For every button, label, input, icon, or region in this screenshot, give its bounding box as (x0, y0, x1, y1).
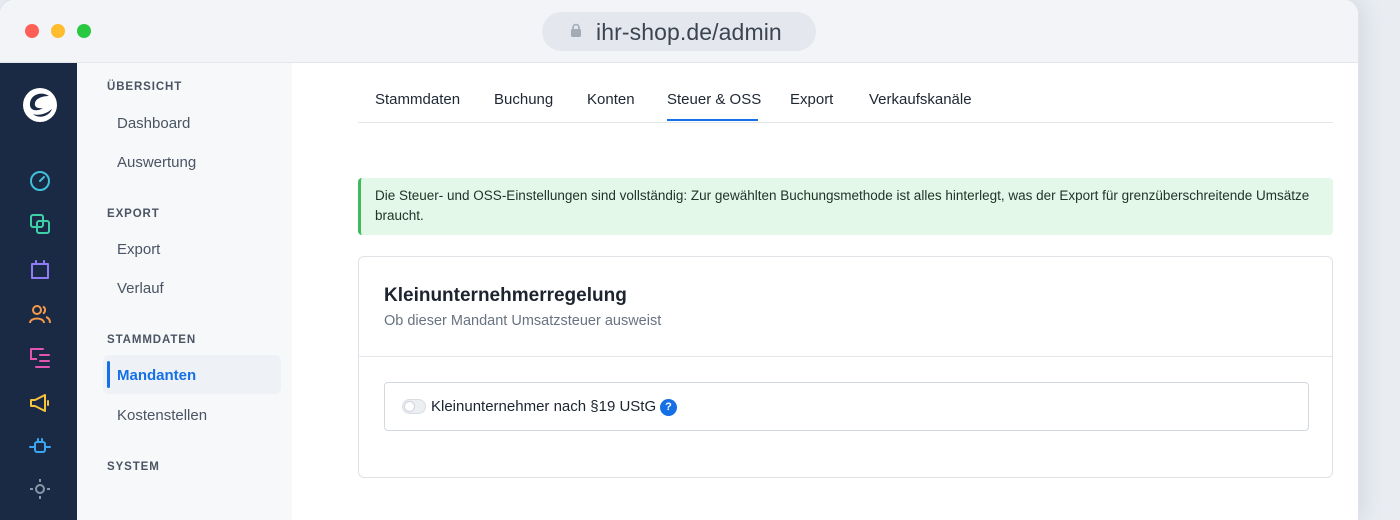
copy-icon[interactable] (28, 212, 52, 236)
card-subtitle: Ob dieser Mandant Umsatzsteuer ausweist (384, 313, 662, 329)
users-icon[interactable] (28, 302, 52, 326)
card-title: Kleinunternehmerregelung (384, 285, 627, 306)
kleinunternehmer-toggle[interactable] (402, 399, 426, 414)
browser-window: ihr-shop.de/admin ÜBERSICHT Dashboard Au… (0, 0, 1358, 520)
nav-item-mandanten[interactable]: Mandanten (117, 367, 196, 384)
nav-section-system: SYSTEM (107, 461, 160, 473)
nav-section-uebersicht: ÜBERSICHT (107, 81, 183, 93)
success-alert: Die Steuer- und OSS-Einstellungen sind v… (358, 178, 1333, 235)
tab-stammdaten[interactable]: Stammdaten (375, 91, 460, 108)
tab-konten[interactable]: Konten (587, 91, 635, 108)
url-text: ihr-shop.de/admin (596, 19, 782, 45)
help-icon[interactable]: ? (660, 399, 677, 416)
nav-item-verlauf[interactable]: Verlauf (117, 280, 164, 297)
megaphone-icon[interactable] (28, 391, 52, 415)
plug-icon[interactable] (28, 435, 52, 459)
maximize-window-button[interactable] (77, 24, 91, 38)
card-divider (359, 356, 1332, 357)
nav-item-active-indicator (107, 361, 110, 388)
settings-gear-icon[interactable] (28, 477, 52, 501)
shopware-logo-icon[interactable] (22, 87, 58, 123)
nav-item-export[interactable]: Export (117, 241, 160, 258)
kleinunternehmer-card: Kleinunternehmerregelung Ob dieser Manda… (358, 256, 1333, 478)
tab-export[interactable]: Export (790, 91, 833, 108)
tab-steuer-oss[interactable]: Steuer & OSS (667, 91, 761, 108)
address-bar[interactable]: ihr-shop.de/admin (542, 12, 816, 51)
secondary-navigation: ÜBERSICHT Dashboard Auswertung EXPORT Ex… (77, 63, 292, 520)
tab-verkaufskanaele[interactable]: Verkaufskanäle (869, 91, 972, 108)
lock-icon (571, 23, 581, 37)
close-window-button[interactable] (25, 24, 39, 38)
nav-item-auswertung[interactable]: Auswertung (117, 154, 196, 171)
kleinunternehmer-field: Kleinunternehmer nach §19 UStG ? (384, 382, 1309, 431)
nav-section-export: EXPORT (107, 208, 160, 220)
minimize-window-button[interactable] (51, 24, 65, 38)
browser-titlebar: ihr-shop.de/admin (0, 0, 1358, 63)
nav-item-kostenstellen[interactable]: Kostenstellen (117, 407, 207, 424)
tab-buchung[interactable]: Buchung (494, 91, 553, 108)
kleinunternehmer-toggle-label[interactable]: Kleinunternehmer nach §19 UStG (431, 398, 656, 415)
app-icon-rail (0, 63, 77, 520)
settings-tabs: Stammdaten Buchung Konten Steuer & OSS E… (358, 63, 1333, 123)
active-tab-underline (667, 119, 758, 121)
toggle-knob (405, 402, 414, 411)
nav-section-stammdaten: STAMMDATEN (107, 334, 197, 346)
list-icon[interactable] (28, 346, 52, 370)
dashboard-gauge-icon[interactable] (28, 168, 52, 192)
nav-item-dashboard[interactable]: Dashboard (117, 115, 190, 132)
shopping-bag-icon[interactable] (28, 257, 52, 281)
